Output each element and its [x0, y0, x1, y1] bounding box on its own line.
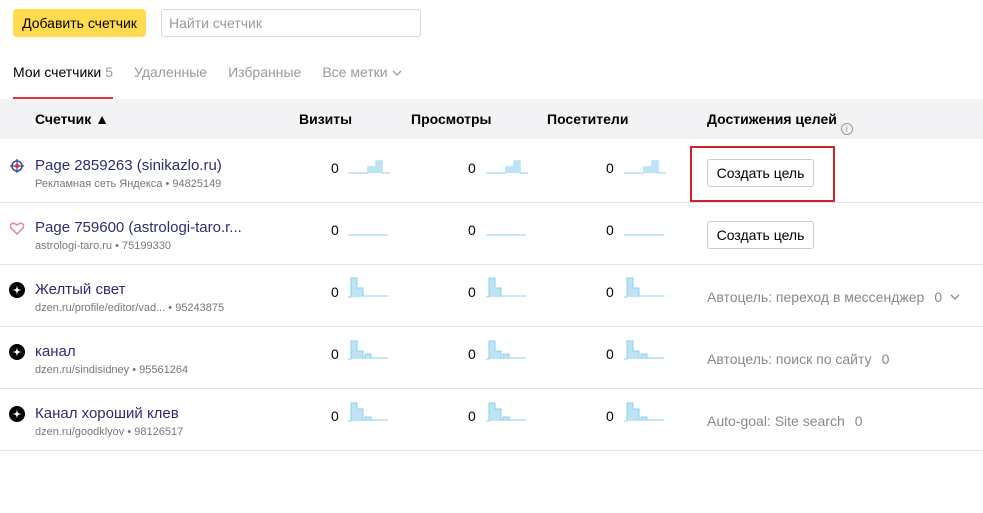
compass-icon: [10, 159, 24, 173]
col-goals-label: Достижения целей: [707, 111, 837, 127]
views-sparkline: [486, 160, 528, 174]
tab-label: Мои счетчики: [13, 64, 102, 80]
info-icon[interactable]: i: [840, 123, 853, 135]
goal-name: Автоцель: поиск по сайту: [707, 351, 872, 367]
visitors-value: 0: [606, 346, 614, 362]
create-goal-button[interactable]: Создать цель: [707, 221, 814, 249]
visits-sparkline: [348, 160, 390, 174]
visits-value: 0: [331, 346, 339, 362]
visitors-sparkline: [624, 277, 664, 298]
dzen-icon: [9, 406, 25, 422]
table-header: Счетчик ▲ Визиты Просмотры Посетители До…: [0, 99, 983, 139]
tab-deleted[interactable]: Удаленные: [134, 64, 207, 99]
col-counter[interactable]: Счетчик ▲: [35, 111, 109, 127]
col-visitors[interactable]: Посетители: [547, 111, 628, 127]
visits-value: 0: [331, 284, 339, 300]
views-value: 0: [468, 346, 476, 362]
col-visits[interactable]: Визиты: [299, 111, 352, 127]
counter-meta: dzen.ru/sindisidney • 95561264: [35, 364, 189, 376]
heart-icon: [9, 222, 25, 236]
views-value: 0: [468, 160, 476, 176]
counter-name[interactable]: Page 2859263 (sinikazlo.ru): [35, 157, 222, 174]
visits-value: 0: [331, 408, 339, 424]
views-value: 0: [468, 222, 476, 238]
views-value: 0: [468, 408, 476, 424]
goal-summary[interactable]: Автоцель: переход в мессенджер 0: [707, 289, 961, 305]
chevron-down-icon[interactable]: [949, 292, 961, 302]
visits-sparkline: [348, 340, 388, 360]
counter-meta: Рекламная сеть Яндекса • 94825149: [35, 178, 222, 190]
visitors-value: 0: [606, 284, 614, 300]
table-row: канал dzen.ru/sindisidney • 95561264 0 0…: [0, 327, 983, 389]
views-sparkline: [486, 277, 526, 298]
dzen-icon: [9, 344, 25, 360]
visitors-value: 0: [606, 160, 614, 176]
views-sparkline: [486, 340, 526, 360]
highlight-frame: [690, 146, 835, 202]
views-sparkline: [486, 402, 526, 422]
counter-meta: dzen.ru/profile/editor/vad... • 95243875: [35, 302, 225, 314]
visitors-sparkline: [624, 340, 664, 360]
table-row: Желтый свет dzen.ru/profile/editor/vad..…: [0, 265, 983, 327]
goal-summary[interactable]: Auto-goal: Site search 0: [707, 413, 863, 429]
counter-meta: astrologi-taro.ru • 75199330: [35, 240, 171, 252]
goal-summary[interactable]: Автоцель: поиск по сайту 0: [707, 351, 889, 367]
tab-my-counters[interactable]: Мои счетчики 5: [13, 64, 114, 99]
tab-label: Удаленные: [134, 64, 208, 80]
counter-name[interactable]: Page 759600 (astrologi-taro.r...: [35, 219, 242, 236]
goal-value: 0: [854, 413, 863, 429]
tab-favorites[interactable]: Избранные: [228, 64, 301, 99]
search-input[interactable]: [161, 9, 421, 37]
visitors-sparkline: [624, 160, 666, 174]
visits-sparkline: [348, 402, 388, 422]
visitors-sparkline: [624, 234, 664, 236]
table-row: Page 2859263 (sinikazlo.ru) Рекламная се…: [0, 141, 983, 203]
views-sparkline: [486, 234, 526, 236]
dzen-icon: [9, 282, 25, 298]
visitors-sparkline: [624, 402, 664, 422]
counter-name[interactable]: канал: [35, 343, 76, 360]
toolbar: Добавить счетчик: [13, 9, 146, 37]
tab-label: Все метки: [322, 64, 388, 80]
counter-tabs: Мои счетчики 5 Удаленные Избранные Все ме…: [13, 64, 424, 99]
visits-sparkline: [348, 234, 388, 236]
visits-value: 0: [331, 160, 339, 176]
visitors-value: 0: [606, 408, 614, 424]
tab-all-labels[interactable]: Все метки: [322, 64, 402, 99]
visits-value: 0: [331, 222, 339, 238]
chevron-down-icon: [392, 70, 402, 76]
counter-name[interactable]: Канал хороший клев: [35, 405, 179, 422]
add-counter-button[interactable]: Добавить счетчик: [13, 9, 146, 37]
counter-name[interactable]: Желтый свет: [35, 281, 125, 298]
tab-label: Избранные: [228, 64, 302, 80]
tab-count: 5: [105, 64, 114, 80]
col-goals: Достижения целей i: [707, 111, 853, 135]
views-value: 0: [468, 284, 476, 300]
visitors-value: 0: [606, 222, 614, 238]
visits-sparkline: [348, 277, 388, 298]
goal-value: 0: [934, 289, 943, 305]
goal-name: Auto-goal: Site search: [707, 413, 845, 429]
col-views[interactable]: Просмотры: [411, 111, 492, 127]
table-row: Page 759600 (astrologi-taro.r... astrolo…: [0, 203, 983, 265]
goal-value: 0: [881, 351, 890, 367]
table-row: Канал хороший клев dzen.ru/goodklyov • 9…: [0, 389, 983, 451]
goal-name: Автоцель: переход в мессенджер: [707, 289, 925, 305]
counter-meta: dzen.ru/goodklyov • 98126517: [35, 426, 184, 438]
